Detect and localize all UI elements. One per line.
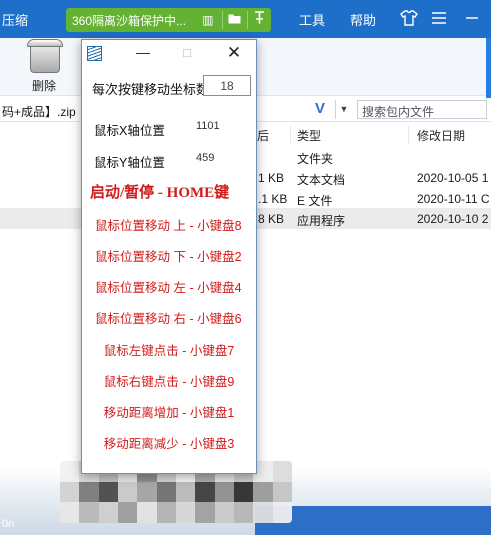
- column-type[interactable]: 类型: [297, 127, 321, 144]
- hotkey-move-up: 鼠标位置移动 上 - 小键盘8: [95, 219, 242, 233]
- hotkey-move-right: 鼠标位置移动 右 - 小键盘6: [95, 312, 242, 326]
- pin-icon[interactable]: [247, 11, 271, 29]
- file-size: .1 KB: [258, 192, 288, 206]
- hotkey-right-click: 鼠标右键点击 - 小键盘9: [103, 375, 235, 389]
- hotkey-left-click: 鼠标左键点击 - 小键盘7: [103, 344, 235, 358]
- hotkey-step-decrease: 移动距离减少 - 小键盘3: [103, 437, 235, 451]
- archive-path[interactable]: 码+成品】.zip: [2, 103, 76, 120]
- file-type: 文本文档: [297, 173, 346, 187]
- mouse-control-dialog: — □ ✕ 每次按键移动坐标数 鼠标X轴位置 1101 鼠标Y轴位置 459 启…: [81, 39, 257, 474]
- sandbox-status-bar[interactable]: 360隔离沙箱保护中... ▥: [66, 8, 271, 32]
- column-size-partial[interactable]: 后: [257, 127, 269, 144]
- dialog-titlebar[interactable]: — □ ✕: [82, 40, 256, 65]
- file-size: 1 KB: [258, 171, 285, 185]
- toolbar-edge-bar: [486, 38, 491, 104]
- file-type: 应用程序: [297, 214, 346, 228]
- column-divider: [290, 126, 291, 143]
- file-type: 文件夹: [297, 152, 334, 166]
- window-minimize-icon[interactable]: [462, 8, 482, 28]
- mouse-x-label: 鼠标X轴位置: [94, 124, 165, 138]
- hotkey-step-increase: 移动距离增加 - 小键盘1: [103, 406, 235, 420]
- path-dropdown-icon[interactable]: ▼: [335, 100, 352, 119]
- column-modified[interactable]: 修改日期: [417, 127, 465, 144]
- shirt-icon[interactable]: [399, 8, 419, 28]
- close-button[interactable]: ✕: [219, 42, 249, 63]
- sandbox-label: 360隔离沙箱保护中...: [72, 13, 187, 28]
- path-check-icon[interactable]: V: [315, 100, 325, 117]
- column-divider: [408, 126, 409, 143]
- menu-lines-icon[interactable]: [429, 8, 449, 28]
- delete-button[interactable]: 删除: [24, 38, 68, 96]
- search-placeholder: 搜索包内文件: [362, 105, 435, 119]
- maximize-button[interactable]: □: [172, 42, 202, 63]
- file-modified: 2020-10-05 1: [417, 171, 489, 185]
- mouse-x-value: 1101: [196, 120, 220, 132]
- mouse-y-value: 459: [196, 152, 215, 164]
- start-stop-hotkey: 启动/暂停 - HOME键: [90, 185, 230, 201]
- step-size-label: 每次按键移动坐标数: [92, 82, 210, 97]
- hotkey-move-left: 鼠标位置移动 左 - 小键盘4: [95, 281, 242, 295]
- step-size-input[interactable]: [203, 75, 251, 96]
- menu-tools[interactable]: 工具: [299, 10, 325, 29]
- search-box[interactable]: 搜索包内文件: [357, 100, 487, 119]
- file-size: 8 KB: [258, 212, 285, 226]
- minimize-button[interactable]: —: [128, 42, 158, 63]
- file-modified: 2020-10-11 C: [417, 192, 490, 206]
- menu-compress-partial[interactable]: 压缩: [2, 10, 28, 29]
- cabinet-icon[interactable]: ▥: [196, 11, 220, 29]
- menu-help[interactable]: 帮助: [350, 10, 376, 29]
- file-modified: 2020-10-10 2: [417, 212, 489, 226]
- status-text-partial: 0n: [2, 518, 15, 530]
- hotkey-move-down: 鼠标位置移动 下 - 小键盘2: [95, 250, 242, 264]
- folder-icon[interactable]: [221, 11, 246, 29]
- file-type: E 文件: [297, 194, 333, 208]
- mouse-y-label: 鼠标Y轴位置: [94, 156, 165, 170]
- trash-lid-icon: [27, 39, 63, 47]
- app-icon: [87, 46, 102, 61]
- delete-label: 删除: [32, 79, 57, 93]
